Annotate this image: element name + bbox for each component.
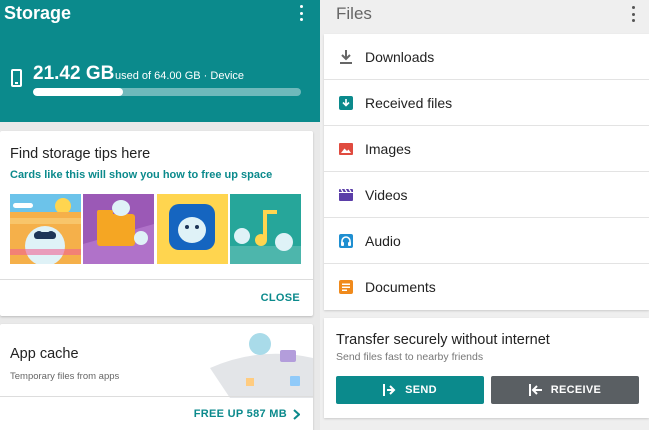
receive-arrow-icon — [528, 384, 542, 396]
file-category-label: Images — [365, 141, 411, 157]
files-more-menu-icon[interactable] — [632, 6, 636, 22]
storage-tips-card: Find storage tips here Cards like this w… — [0, 131, 313, 316]
storage-header: Storage 21.42 GB used of 64.00 GB · Devi… — [0, 0, 320, 122]
file-category-label: Audio — [365, 233, 401, 249]
storage-used-amount: 21.42 GB — [33, 63, 115, 84]
receive-button[interactable]: RECEIVE — [491, 376, 639, 404]
tips-card-title: Find storage tips here — [10, 146, 151, 162]
document-icon — [339, 280, 353, 294]
transfer-card: Transfer securely without internet Send … — [324, 318, 649, 418]
file-category-list: Downloads Received files Images Videos A… — [324, 34, 649, 310]
free-up-label: FREE UP 587 MB — [193, 408, 287, 420]
file-category-documents[interactable]: Documents — [324, 264, 649, 310]
tip-illustration-music — [230, 194, 301, 264]
transfer-title: Transfer securely without internet — [336, 332, 550, 348]
tip-illustration-beach — [10, 194, 81, 264]
phone-icon — [11, 69, 22, 87]
download-icon — [340, 50, 352, 64]
storage-more-menu-icon[interactable] — [300, 5, 304, 21]
send-label: SEND — [405, 384, 437, 396]
storage-progress-fill — [33, 88, 123, 96]
file-category-received-files[interactable]: Received files — [324, 80, 649, 126]
storage-capacity-text: used of 64.00 GB · Device — [115, 70, 245, 82]
app-cache-subtitle: Temporary files from apps — [10, 371, 120, 382]
storage-panel: Storage 21.42 GB used of 64.00 GB · Devi… — [0, 0, 320, 430]
files-title: Files — [336, 4, 372, 23]
chevron-right-icon — [293, 408, 300, 420]
tips-card-subtitle: Cards like this will show you how to fre… — [10, 169, 273, 181]
image-icon — [339, 143, 353, 155]
file-category-label: Videos — [365, 187, 408, 203]
tips-card-divider — [0, 279, 313, 280]
close-tips-button[interactable]: CLOSE — [261, 292, 300, 304]
file-category-label: Received files — [365, 95, 453, 111]
headphones-icon — [339, 234, 353, 248]
received-files-icon — [339, 96, 353, 110]
send-button[interactable]: SEND — [336, 376, 484, 404]
storage-progress-bar — [33, 88, 301, 96]
files-header: Files — [320, 0, 649, 34]
app-cache-title: App cache — [10, 346, 79, 362]
storage-title: Storage — [4, 3, 72, 23]
files-panel: Files Downloads Received files Images Vi… — [320, 0, 649, 430]
file-category-label: Documents — [365, 279, 436, 295]
video-icon — [339, 188, 353, 201]
app-cache-card: App cache Temporary files from apps FREE… — [0, 324, 313, 430]
file-category-videos[interactable]: Videos — [324, 172, 649, 218]
receive-label: RECEIVE — [550, 384, 602, 396]
send-arrow-icon — [383, 384, 396, 396]
transfer-subtitle: Send files fast to nearby friends — [336, 351, 484, 363]
file-category-downloads[interactable]: Downloads — [324, 34, 649, 80]
app-cache-illustration — [210, 333, 313, 398]
app-cache-divider — [0, 396, 313, 397]
free-up-button[interactable]: FREE UP 587 MB — [194, 408, 300, 420]
file-category-images[interactable]: Images — [324, 126, 649, 172]
tip-illustration-folder — [83, 194, 154, 264]
file-category-audio[interactable]: Audio — [324, 218, 649, 264]
tip-illustration-app — [157, 194, 228, 264]
file-category-label: Downloads — [365, 49, 435, 65]
